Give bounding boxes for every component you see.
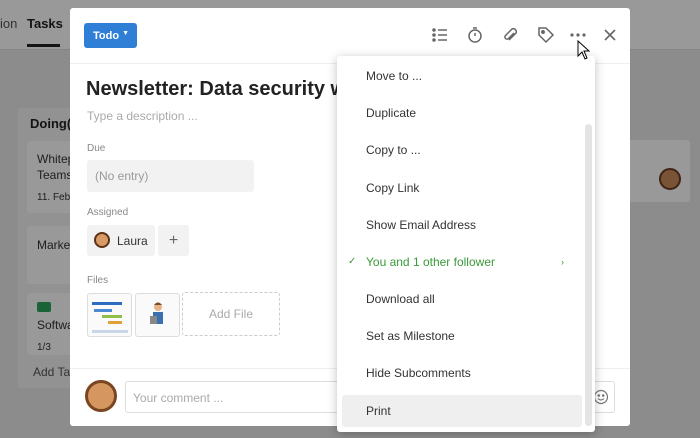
chevron-right-icon: › xyxy=(561,257,564,267)
paperclip-icon[interactable] xyxy=(500,25,520,45)
checklist-icon[interactable] xyxy=(430,25,450,45)
thumb-bar xyxy=(94,309,112,312)
task-card[interactable] xyxy=(628,140,690,202)
label-chip xyxy=(37,302,51,312)
menu-item-label: Duplicate xyxy=(366,106,417,120)
thumb-bar xyxy=(108,321,122,324)
description-field[interactable]: Type a description ... xyxy=(87,109,198,123)
menu-item-label: Move to ... xyxy=(366,69,423,83)
avatar xyxy=(85,380,117,412)
card-title-line2: Teams xyxy=(37,168,73,182)
more-options-menu: Move to ... Duplicate Copy to ... Copy L… xyxy=(337,56,595,432)
stopwatch-icon[interactable] xyxy=(465,25,485,45)
menu-item-label: Print xyxy=(366,404,391,418)
file-thumbnail[interactable] xyxy=(135,293,180,337)
menu-item-move-to[interactable]: Move to ... xyxy=(337,60,587,92)
menu-item-label: Hide Subcomments xyxy=(366,366,471,380)
illustration-icon xyxy=(150,302,163,324)
task-card[interactable]: Marke xyxy=(27,226,72,284)
menu-item-label: Download all xyxy=(366,292,435,306)
card-date: 11. Feb xyxy=(37,192,71,203)
status-dropdown[interactable]: Todo ▼ xyxy=(84,23,137,48)
assignee-name: Laura xyxy=(117,234,148,248)
menu-item-copy-to[interactable]: Copy to ... xyxy=(337,134,587,166)
menu-item-label: You and 1 other follower xyxy=(366,255,495,269)
menu-item-show-email[interactable]: Show Email Address xyxy=(337,209,587,241)
nav-tab-partial[interactable]: ion xyxy=(0,16,17,31)
menu-scrollbar[interactable] xyxy=(585,124,592,426)
thumb-bar xyxy=(92,302,122,305)
caret-down-icon: ▼ xyxy=(122,30,129,37)
card-title-line1: Whitep xyxy=(37,152,75,166)
thumb-bar xyxy=(92,330,128,333)
mouse-cursor-icon xyxy=(577,40,591,60)
status-label: Todo xyxy=(93,30,120,42)
menu-item-print[interactable]: Print xyxy=(342,395,582,427)
menu-item-set-milestone[interactable]: Set as Milestone xyxy=(337,320,587,352)
files-label: Files xyxy=(87,275,109,286)
task-card[interactable]: Whitep Teams 11. Feb xyxy=(27,141,75,213)
add-assignee-button[interactable]: + xyxy=(158,225,189,256)
menu-item-download-all[interactable]: Download all xyxy=(337,283,587,315)
menu-item-copy-link[interactable]: Copy Link xyxy=(337,172,587,204)
menu-item-followers[interactable]: ✓ You and 1 other follower › xyxy=(337,246,587,278)
avatar xyxy=(659,168,681,190)
nav-tab-tasks[interactable]: Tasks xyxy=(27,16,63,31)
active-tab-underline xyxy=(27,44,60,47)
task-title[interactable]: Newsletter: Data security w xyxy=(86,78,346,101)
menu-item-label: Set as Milestone xyxy=(366,329,455,343)
check-icon: ✓ xyxy=(348,256,357,267)
assignee-chip[interactable]: Laura xyxy=(87,225,155,256)
menu-item-duplicate[interactable]: Duplicate xyxy=(337,97,587,129)
menu-item-label: Copy Link xyxy=(366,181,420,195)
assigned-label: Assigned xyxy=(87,207,129,218)
add-task-link[interactable]: Add Ta xyxy=(33,365,70,379)
close-icon[interactable] xyxy=(600,25,620,45)
avatar xyxy=(94,232,110,248)
add-file-button[interactable]: Add File xyxy=(182,292,280,336)
emoji-icon[interactable] xyxy=(593,389,609,405)
menu-item-label: Show Email Address xyxy=(366,218,477,232)
card-subtask-count: 1/3 xyxy=(37,342,51,353)
card-title: Marke xyxy=(37,238,71,252)
thumb-bar xyxy=(102,315,122,318)
menu-item-hide-subcomments[interactable]: Hide Subcomments xyxy=(337,357,587,389)
tag-icon[interactable] xyxy=(536,25,556,45)
menu-item-label: Copy to ... xyxy=(366,143,421,157)
card-title: Softwa xyxy=(37,318,74,332)
due-date-field[interactable]: (No entry) xyxy=(87,160,254,192)
due-label: Due xyxy=(87,143,106,154)
file-thumbnail[interactable] xyxy=(87,293,132,337)
